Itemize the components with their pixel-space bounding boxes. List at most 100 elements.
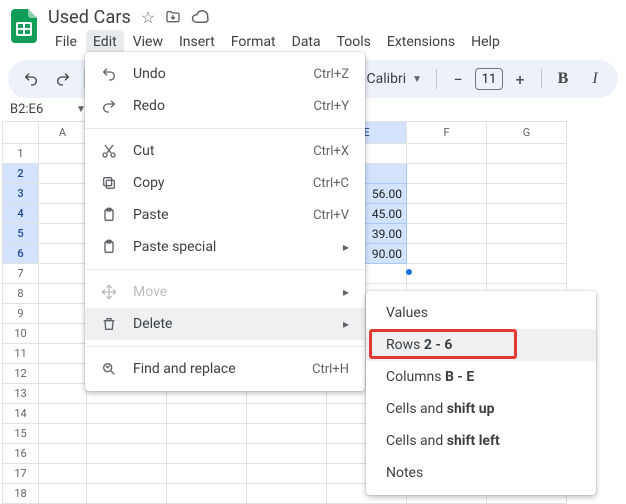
menu-insert[interactable]: Insert bbox=[172, 30, 222, 54]
paste-icon bbox=[99, 239, 119, 255]
menu-divider bbox=[85, 346, 365, 347]
submenu-label: Notes bbox=[386, 465, 580, 481]
row-header[interactable]: 8 bbox=[3, 284, 39, 304]
submenu-label: Columns B - E bbox=[386, 369, 580, 385]
delete-submenu: Values Rows 2 - 6 Columns B - E Cells and s… bbox=[366, 291, 596, 495]
submenu-item[interactable]: Cells and shift left bbox=[366, 425, 596, 457]
submenu-item[interactable]: Notes bbox=[366, 457, 596, 489]
italic-button[interactable]: I bbox=[582, 66, 608, 92]
row-header[interactable]: 17 bbox=[3, 464, 39, 484]
undo-button[interactable] bbox=[18, 66, 44, 92]
chevron-right-icon: ▸ bbox=[343, 240, 349, 254]
menu-item-copy[interactable]: Copy Ctrl+C bbox=[85, 167, 365, 199]
row-header[interactable]: 16 bbox=[3, 444, 39, 464]
row-header[interactable]: 7 bbox=[3, 264, 39, 284]
row-header[interactable]: 3 bbox=[3, 184, 39, 204]
menu-label: Cut bbox=[133, 143, 279, 159]
menu-label: Paste special bbox=[133, 239, 309, 255]
undo-icon bbox=[99, 66, 119, 82]
find-icon bbox=[99, 361, 119, 377]
font-family-label: Calibri bbox=[367, 71, 407, 87]
row-header[interactable]: 11 bbox=[3, 344, 39, 364]
row-header[interactable]: 9 bbox=[3, 304, 39, 324]
menu-format[interactable]: Format bbox=[224, 30, 283, 54]
menu-view[interactable]: View bbox=[126, 30, 170, 54]
row-header[interactable]: 10 bbox=[3, 324, 39, 344]
menu-item-undo[interactable]: Undo Ctrl+Z bbox=[85, 58, 365, 90]
menu-divider bbox=[85, 269, 365, 270]
row-header[interactable]: 2 bbox=[3, 164, 39, 184]
submenu-item[interactable]: Rows 2 - 6 bbox=[366, 329, 596, 361]
row-header[interactable]: 12 bbox=[3, 364, 39, 384]
col-header-a[interactable]: A bbox=[39, 122, 87, 144]
row-header[interactable]: 1 bbox=[3, 144, 39, 164]
menu-shortcut: Ctrl+Z bbox=[314, 67, 349, 82]
move-to-folder-icon[interactable] bbox=[165, 9, 181, 25]
menu-extensions[interactable]: Extensions bbox=[380, 30, 462, 54]
chevron-right-icon: ▸ bbox=[343, 285, 349, 299]
star-icon[interactable]: ☆ bbox=[141, 8, 155, 27]
menu-item-find-and-replace[interactable]: Find and replace Ctrl+H bbox=[85, 353, 365, 385]
menu-data[interactable]: Data bbox=[285, 30, 328, 54]
col-header-f[interactable]: F bbox=[407, 122, 487, 144]
menu-help[interactable]: Help bbox=[464, 30, 507, 54]
menu-label: Copy bbox=[133, 175, 279, 191]
redo-icon bbox=[99, 98, 119, 114]
menu-tools[interactable]: Tools bbox=[330, 30, 378, 54]
row-header[interactable]: 4 bbox=[3, 204, 39, 224]
doc-title[interactable]: Used Cars bbox=[48, 7, 131, 28]
submenu-label: Rows 2 - 6 bbox=[386, 337, 580, 353]
delete-icon bbox=[99, 316, 119, 332]
menu-label: Redo bbox=[133, 98, 280, 114]
menu-shortcut: Ctrl+X bbox=[313, 144, 349, 159]
row-header[interactable]: 14 bbox=[3, 404, 39, 424]
menu-label: Undo bbox=[133, 66, 280, 82]
row-header[interactable]: 15 bbox=[3, 424, 39, 444]
menu-item-paste[interactable]: Paste Ctrl+V bbox=[85, 199, 365, 231]
menu-shortcut: Ctrl+V bbox=[313, 208, 349, 223]
font-size-decrease[interactable]: − bbox=[445, 66, 471, 92]
menu-item-cut[interactable]: Cut Ctrl+X bbox=[85, 135, 365, 167]
select-all-corner[interactable] bbox=[3, 122, 39, 144]
menu-shortcut: Ctrl+H bbox=[312, 362, 349, 377]
menu-item-delete[interactable]: Delete ▸ bbox=[85, 308, 365, 340]
menu-file[interactable]: File bbox=[48, 30, 84, 54]
menu-item-move: Move ▸ bbox=[85, 276, 365, 308]
chevron-down-icon: ▼ bbox=[412, 74, 422, 85]
move-icon bbox=[99, 284, 119, 300]
menu-label: Move bbox=[133, 284, 309, 300]
cloud-status-icon[interactable] bbox=[191, 10, 209, 24]
menu-shortcut: Ctrl+Y bbox=[314, 99, 349, 114]
row-header[interactable]: 5 bbox=[3, 224, 39, 244]
submenu-item[interactable]: Values bbox=[366, 297, 596, 329]
menu-label: Delete bbox=[133, 316, 309, 332]
paste-icon bbox=[99, 207, 119, 223]
submenu-item[interactable]: Columns B - E bbox=[366, 361, 596, 393]
row-header[interactable]: 6 bbox=[3, 244, 39, 264]
menu-item-redo[interactable]: Redo Ctrl+Y bbox=[85, 90, 365, 122]
menu-label: Paste bbox=[133, 207, 279, 223]
redo-button[interactable] bbox=[50, 66, 76, 92]
menu-item-paste-special[interactable]: Paste special ▸ bbox=[85, 231, 365, 263]
col-header-g[interactable]: G bbox=[487, 122, 567, 144]
font-size-increase[interactable]: + bbox=[507, 66, 533, 92]
copy-icon bbox=[99, 175, 119, 191]
sheets-logo[interactable] bbox=[8, 10, 40, 42]
name-box[interactable]: B2:E6 bbox=[10, 102, 74, 117]
menu-shortcut: Ctrl+C bbox=[313, 176, 349, 191]
row-header[interactable]: 18 bbox=[3, 484, 39, 504]
row-header[interactable]: 13 bbox=[3, 384, 39, 404]
menubar: File Edit View Insert Format Data Tools … bbox=[48, 30, 507, 54]
submenu-item[interactable]: Cells and shift up bbox=[366, 393, 596, 425]
menu-edit[interactable]: Edit bbox=[86, 30, 124, 54]
font-family-select[interactable]: Calibri ▼ bbox=[361, 71, 428, 87]
menu-divider bbox=[85, 128, 365, 129]
submenu-label: Cells and shift up bbox=[386, 401, 580, 417]
menu-label: Find and replace bbox=[133, 361, 278, 377]
selection-handle[interactable] bbox=[406, 269, 412, 275]
bold-button[interactable]: B bbox=[550, 66, 576, 92]
submenu-label: Values bbox=[386, 305, 580, 321]
chevron-right-icon: ▸ bbox=[343, 317, 349, 331]
edit-menu-dropdown: Undo Ctrl+Z Redo Ctrl+Y Cut Ctrl+X Copy Ctrl+C P… bbox=[85, 52, 365, 391]
font-size-input[interactable]: 11 bbox=[475, 68, 503, 90]
